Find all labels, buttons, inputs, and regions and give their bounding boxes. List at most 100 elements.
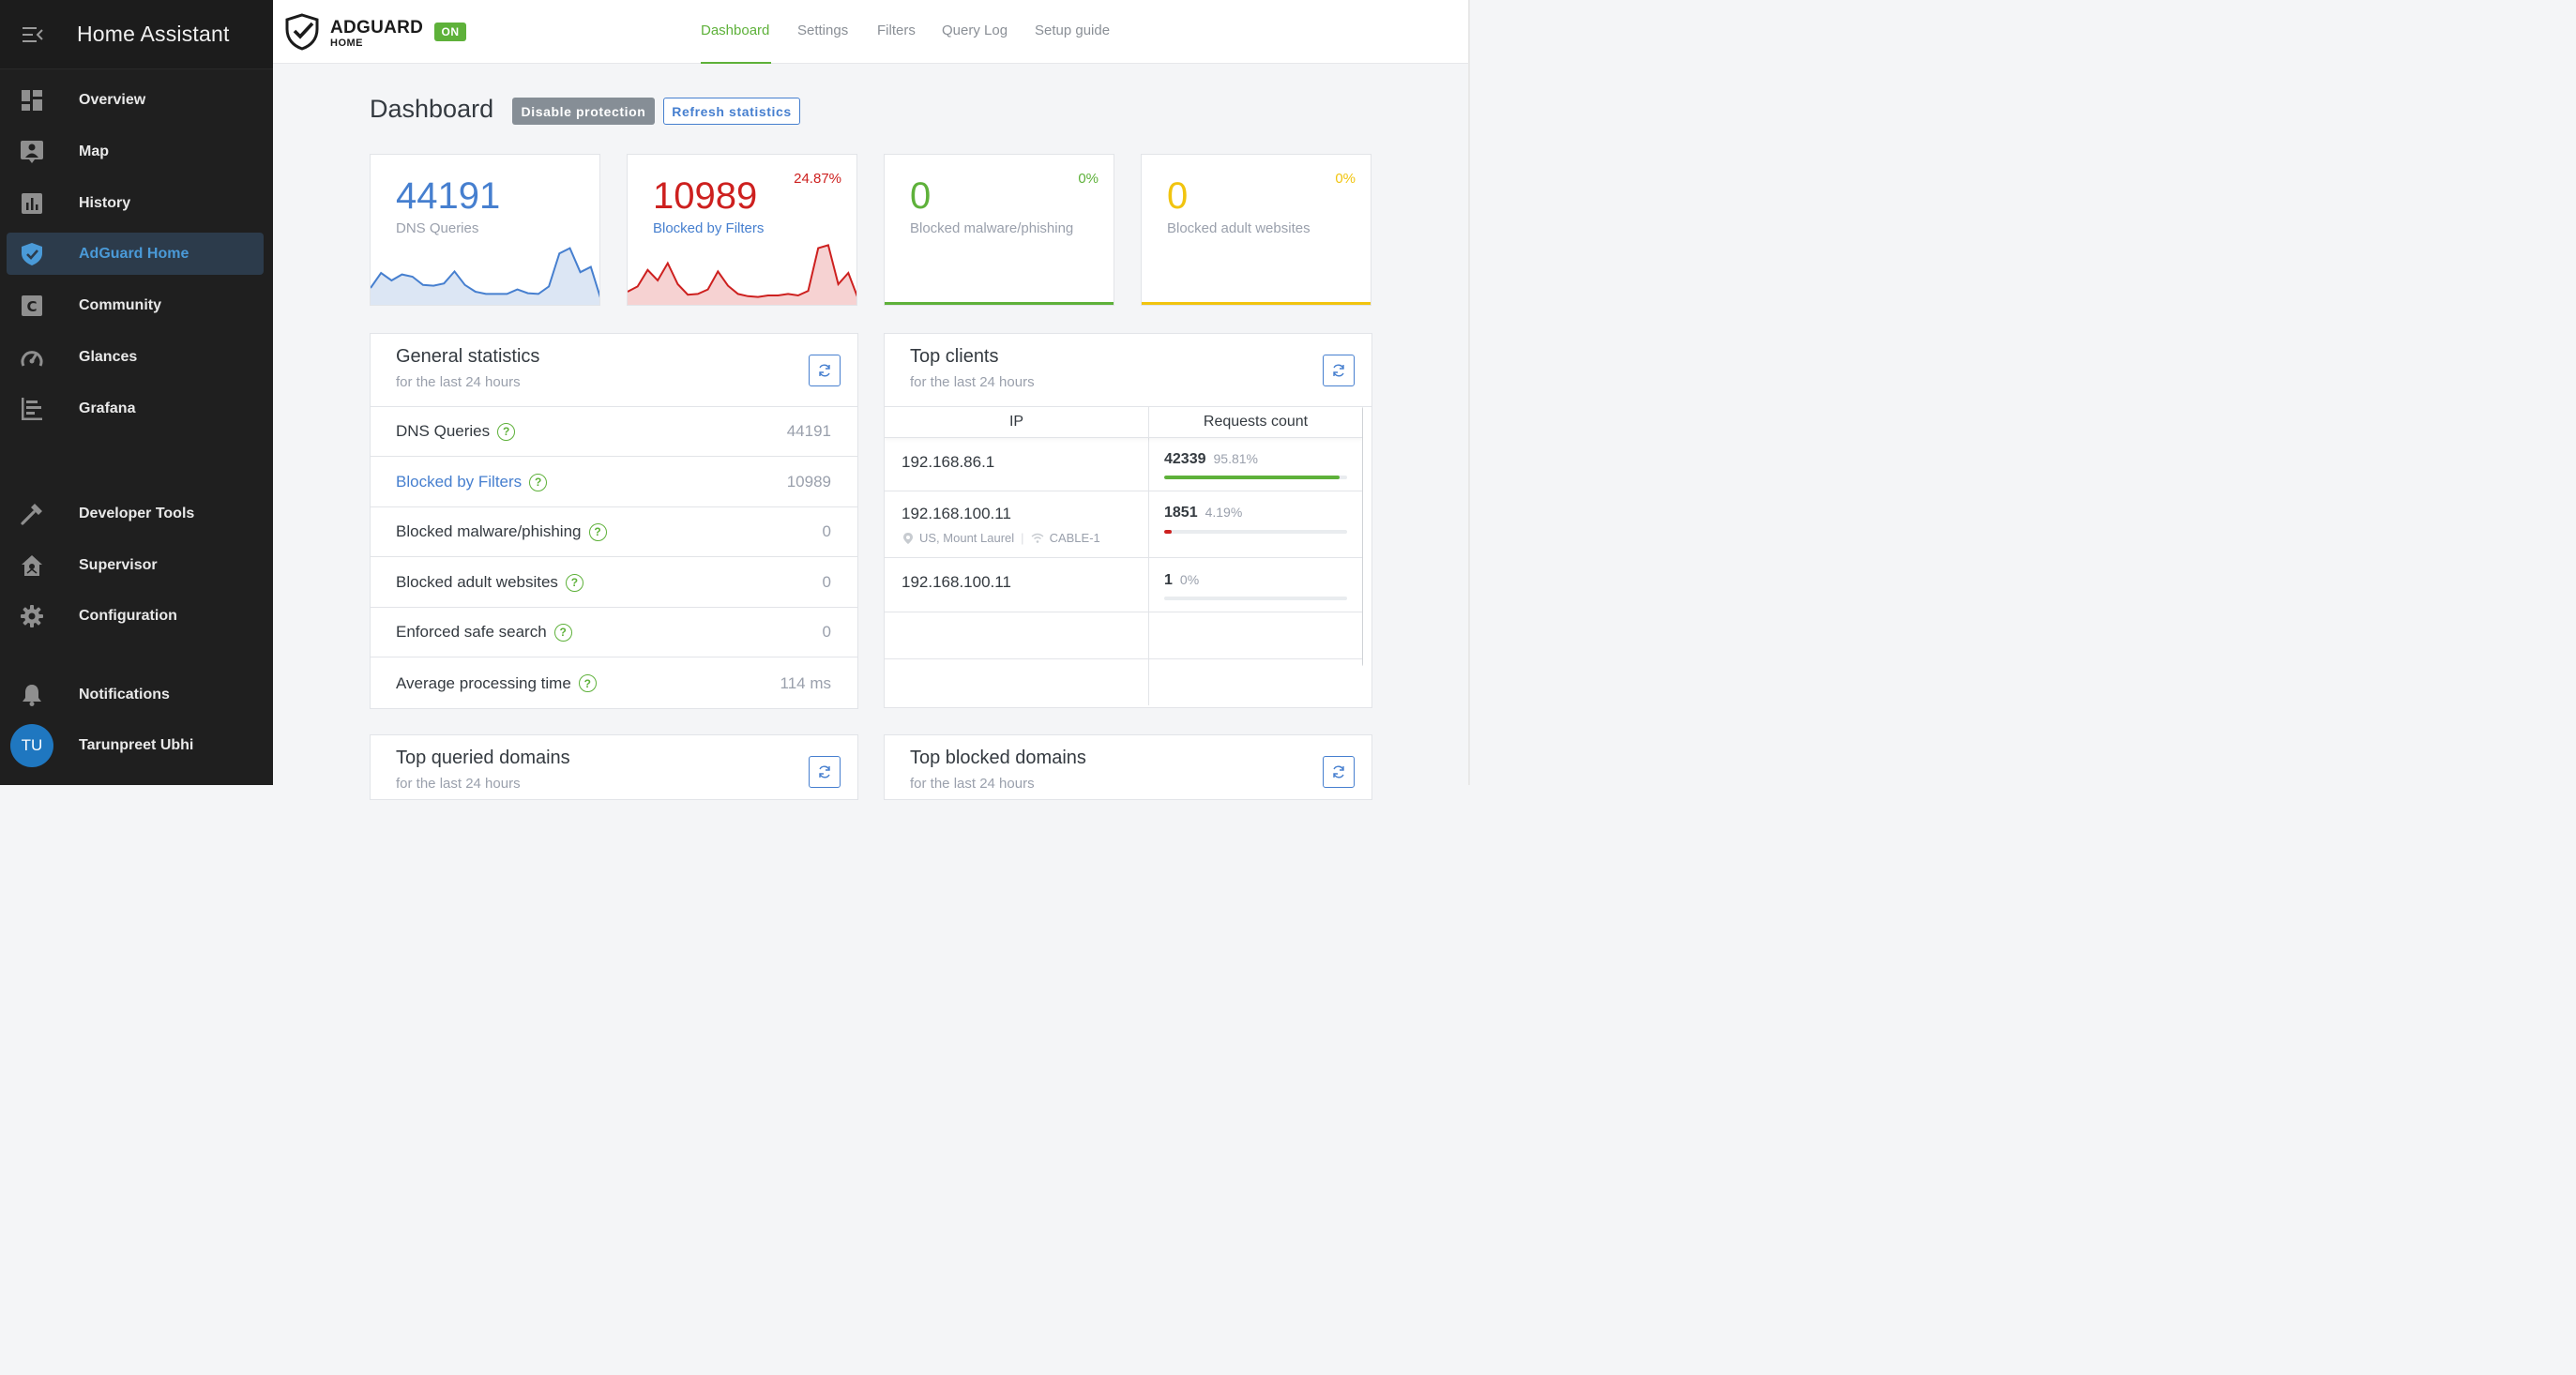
sidebar-item-label: Configuration	[79, 607, 177, 624]
table-row-empty	[885, 612, 1363, 659]
stat-label: Blocked by Filters	[653, 220, 765, 236]
stat-value: 0	[910, 175, 932, 217]
stat-row-dns-queries: DNS Queries? 44191	[371, 407, 857, 457]
grafana-icon	[20, 397, 44, 421]
table-scrollbar[interactable]	[1362, 406, 1363, 667]
column-header-ip[interactable]: IP	[885, 414, 1148, 431]
bell-icon	[20, 683, 44, 707]
refresh-icon	[1333, 765, 1344, 778]
request-percent: 4.19%	[1205, 505, 1243, 520]
disable-protection-button[interactable]: Disable protection	[512, 98, 655, 125]
menu-collapse-icon	[23, 26, 43, 42]
request-percent: 0%	[1179, 572, 1200, 587]
logo-text: ADGUARD	[330, 18, 424, 38]
request-progress-bar	[1164, 530, 1347, 534]
table-row: 192.168.100.11 US, Mount Laurel | CABLE-…	[885, 491, 1363, 558]
sidebar-item-overview[interactable]: Overview	[7, 79, 264, 121]
stat-row-value: 0	[822, 522, 831, 540]
stat-row-text: DNS Queries	[396, 422, 491, 440]
blocked-filters-link[interactable]: Blocked by Filters?	[396, 473, 548, 491]
client-ip: 192.168.100.11	[902, 573, 1011, 591]
sidebar-item-notifications[interactable]: Notifications	[7, 673, 264, 716]
sidebar-item-label: Developer Tools	[79, 505, 195, 521]
tab-filters[interactable]: Filters	[877, 23, 916, 38]
stat-percent: 0%	[1078, 171, 1099, 187]
active-tab-indicator	[701, 62, 771, 64]
request-progress-bar	[1164, 476, 1347, 479]
help-icon[interactable]: ?	[529, 473, 548, 491]
refresh-statistics-button[interactable]: Refresh statistics	[663, 98, 800, 125]
help-icon[interactable]: ?	[497, 422, 516, 441]
stat-card-dns-queries: 44191 DNS Queries	[370, 154, 600, 306]
stat-row-text: Blocked adult websites	[396, 573, 558, 591]
card-subtitle: for the last 24 hours	[910, 776, 1035, 792]
sidebar-item-history[interactable]: History	[7, 182, 264, 224]
avatar[interactable]: TU	[10, 724, 53, 767]
sidebar-item-label: AdGuard Home	[79, 245, 189, 262]
sidebar-item-community[interactable]: C Community	[7, 284, 264, 326]
tab-dashboard[interactable]: Dashboard	[701, 23, 769, 38]
menu-collapse-button[interactable]	[17, 19, 49, 51]
stat-row-blocked-filters: Blocked by Filters? 10989	[371, 458, 857, 507]
stat-row-blocked-adult: Blocked adult websites? 0	[371, 558, 857, 608]
help-icon[interactable]: ?	[553, 623, 572, 642]
dashboard-icon	[20, 88, 44, 113]
card-subtitle: for the last 24 hours	[396, 374, 521, 390]
stat-baseline	[885, 302, 1114, 305]
refresh-top-blocked-button[interactable]	[1323, 756, 1355, 788]
tab-query-log[interactable]: Query Log	[942, 23, 1008, 38]
refresh-icon	[1333, 364, 1344, 377]
sidebar-item-supervisor[interactable]: Supervisor	[7, 544, 264, 586]
request-count-value: 1851	[1164, 505, 1198, 521]
help-icon[interactable]: ?	[565, 573, 583, 592]
sidebar-item-glances[interactable]: Glances	[7, 336, 264, 378]
client-ip: 192.168.86.1	[902, 453, 995, 471]
client-network: CABLE-1	[1049, 531, 1100, 545]
sidebar-item-configuration[interactable]: Configuration	[7, 595, 264, 637]
page-scrollbar[interactable]	[1468, 0, 1470, 785]
request-count: 1851 4.19%	[1164, 505, 1242, 521]
refresh-top-clients-button[interactable]	[1323, 355, 1355, 386]
refresh-top-queried-button[interactable]	[809, 756, 841, 788]
top-clients-table: IP Requests count 192.168.86.1 42339 95.8…	[885, 406, 1363, 705]
tab-setup-guide[interactable]: Setup guide	[1035, 23, 1110, 38]
tab-settings[interactable]: Settings	[797, 23, 848, 38]
stat-percent: 0%	[1335, 171, 1356, 187]
sidebar-title: Home Assistant	[77, 22, 230, 46]
gear-icon	[20, 604, 44, 628]
sidebar-item-grafana[interactable]: Grafana	[7, 387, 264, 430]
stat-row-value: 0	[822, 573, 831, 591]
request-progress-bar	[1164, 597, 1347, 600]
stat-value: 0	[1167, 175, 1189, 217]
sidebar-item-adguard-home[interactable]: AdGuard Home	[7, 233, 264, 275]
page-title: Dashboard	[370, 95, 494, 123]
location-pin-icon	[903, 532, 913, 544]
refresh-general-stats-button[interactable]	[809, 355, 841, 386]
sidebar-item-map[interactable]: Map	[7, 130, 264, 173]
stat-value: 10989	[653, 175, 758, 217]
stat-card-blocked-filters: 10989 Blocked by Filters 24.87%	[627, 154, 857, 306]
sparkline-area	[371, 248, 599, 305]
sidebar-item-label: Notifications	[79, 686, 170, 703]
hammer-icon	[20, 502, 44, 526]
stat-row-value: 44191	[786, 422, 831, 440]
help-icon[interactable]: ?	[588, 522, 607, 541]
request-percent: 95.81%	[1213, 451, 1258, 466]
logo-subtext: HOME	[330, 38, 363, 49]
table-row: 192.168.100.11 1 0%	[885, 558, 1363, 612]
card-title: Top clients	[910, 346, 999, 367]
table-header: IP Requests count	[885, 406, 1363, 438]
card-title: Top blocked domains	[910, 748, 1086, 768]
column-header-requests[interactable]: Requests count	[1148, 414, 1363, 431]
sidebar-header: Home Assistant	[0, 0, 273, 69]
sidebar-item-developer-tools[interactable]: Developer Tools	[7, 492, 264, 535]
stat-row-label: Blocked malware/phishing?	[396, 522, 607, 541]
help-icon[interactable]: ?	[578, 674, 597, 692]
stat-label: Blocked adult websites	[1167, 220, 1311, 236]
stat-row-label: Blocked adult websites?	[396, 573, 583, 592]
dns-queries-sparkline	[371, 247, 599, 305]
community-icon: C	[20, 294, 44, 318]
card-title: Top queried domains	[396, 748, 570, 768]
sidebar-item-label: Community	[79, 296, 161, 313]
client-location: US, Mount Laurel	[919, 531, 1015, 545]
